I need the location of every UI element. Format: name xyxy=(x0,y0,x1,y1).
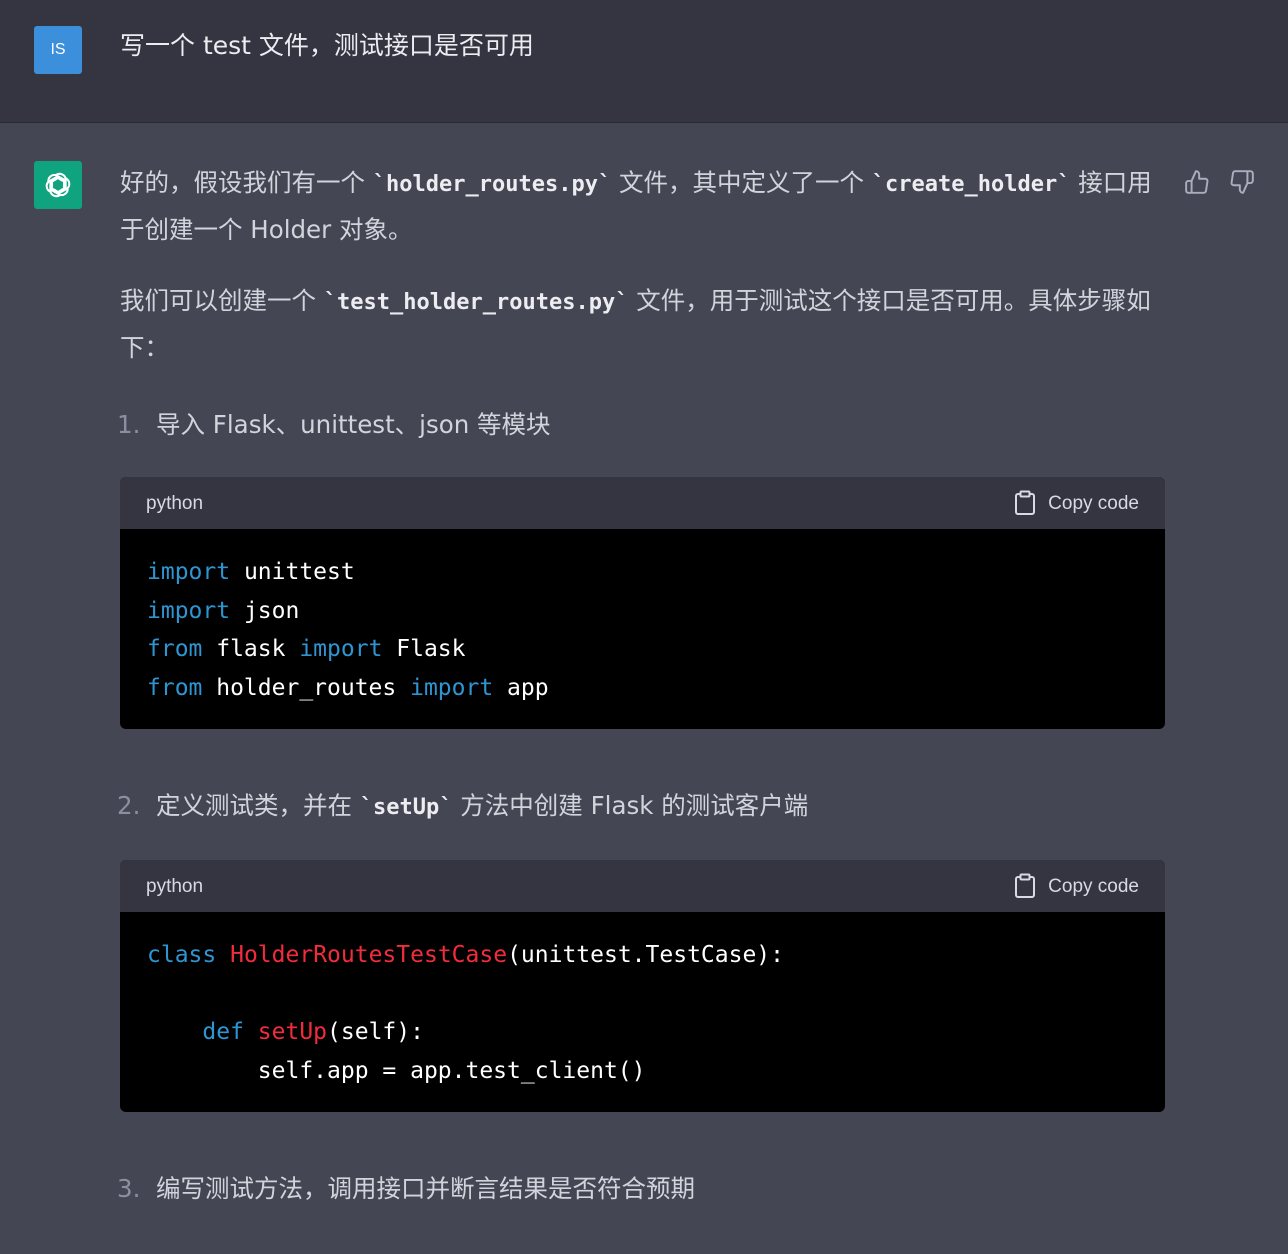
copy-code-button[interactable]: Copy code xyxy=(1014,481,1139,526)
step-number: 2. xyxy=(117,791,141,820)
copy-code-label: Copy code xyxy=(1048,875,1139,897)
code-text: app xyxy=(493,674,549,701)
text: 文件，其中定义了一个 xyxy=(611,168,872,197)
thumbs-up-button[interactable] xyxy=(1182,167,1212,197)
code-text: (unittest.TestCase): xyxy=(507,942,785,968)
code-language-label: python xyxy=(146,875,204,897)
code-block-header: python Copy code xyxy=(120,860,1165,912)
step-number: 1. xyxy=(117,410,141,439)
code-body: class HolderRoutesTestCase(unittest.Test… xyxy=(120,912,1165,1112)
code-keyword: def xyxy=(202,1019,244,1045)
code-text: self.app = app.test_client() xyxy=(147,1057,646,1084)
inline-code: `holder_routes.py` xyxy=(372,172,612,197)
code-line: import unittest xyxy=(147,553,1138,592)
code-keyword: from xyxy=(147,674,203,701)
inline-code: `setUp` xyxy=(359,795,453,820)
openai-logo-icon xyxy=(45,172,71,198)
code-keyword: import xyxy=(147,597,231,624)
code-text: (self): xyxy=(327,1019,424,1045)
user-avatar: IS xyxy=(34,26,82,74)
code-text: unittest xyxy=(230,559,355,585)
code-language-label: python xyxy=(146,492,204,514)
text: 我们可以创建一个 xyxy=(120,286,324,315)
intro-paragraph-2: 我们可以创建一个 `test_holder_routes.py` 文件，用于测试… xyxy=(120,278,1165,370)
code-keyword: class xyxy=(147,942,217,968)
inline-code: `test_holder_routes.py` xyxy=(323,290,629,315)
clipboard-icon xyxy=(1015,873,1036,898)
step-text: 导入 Flask、unittest、json 等模块 xyxy=(156,410,551,439)
code-identifier: HolderRoutesTestCase xyxy=(230,942,508,968)
user-message-row: IS 写一个 test 文件，测试接口是否可用 xyxy=(0,0,1288,123)
code-keyword: import xyxy=(299,636,383,662)
copy-code-label: Copy code xyxy=(1048,492,1139,514)
user-message-text: 写一个 test 文件，测试接口是否可用 xyxy=(120,31,534,60)
code-keyword: import xyxy=(410,674,494,701)
clipboard-icon xyxy=(1015,490,1036,515)
step-text: 定义测试类，并在 xyxy=(156,791,360,820)
code-line: from flask import Flask xyxy=(147,630,1138,669)
thumbs-up-icon xyxy=(1185,170,1209,194)
code-line: class HolderRoutesTestCase(unittest.Test… xyxy=(147,936,1138,975)
step-text: 编写测试方法，调用接口并断言结果是否符合预期 xyxy=(156,1174,695,1203)
code-line: def setUp(self): xyxy=(147,1013,1138,1052)
assistant-message-row: 好的，假设我们有一个 `holder_routes.py` 文件，其中定义了一个… xyxy=(0,124,1288,1254)
step-text: 方法中创建 Flask 的测试客户端 xyxy=(452,791,809,820)
code-keyword: import xyxy=(147,559,231,585)
step-2: 2. 定义测试类，并在 `setUp` 方法中创建 Flask 的测试客户端 xyxy=(117,783,1165,830)
step-3: 3. 编写测试方法，调用接口并断言结果是否符合预期 xyxy=(117,1166,1165,1211)
inline-code: `create_holder` xyxy=(871,172,1071,197)
step-number: 3. xyxy=(117,1174,141,1203)
thumbs-down-icon xyxy=(1230,170,1254,194)
code-block-header: python Copy code xyxy=(120,477,1165,529)
code-line: from holder_routes import app xyxy=(147,669,1138,708)
code-text: flask xyxy=(202,636,300,662)
code-text: json xyxy=(230,597,300,624)
code-body: import unittest import json from flask imp… xyxy=(120,529,1165,729)
code-text: Flask xyxy=(382,636,466,662)
code-line: self.app = app.test_client() xyxy=(147,1052,1138,1091)
code-line: import json xyxy=(147,592,1138,631)
step-1: 1. 导入 Flask、unittest、json 等模块 xyxy=(117,402,1165,447)
code-block-1: python Copy code import unittest import j… xyxy=(120,477,1165,729)
code-text: holder_routes xyxy=(202,674,411,701)
thumbs-down-button[interactable] xyxy=(1227,167,1257,197)
code-identifier: setUp xyxy=(257,1019,328,1045)
assistant-message-content: 好的，假设我们有一个 `holder_routes.py` 文件，其中定义了一个… xyxy=(117,160,1165,1241)
text: 好的，假设我们有一个 xyxy=(120,168,373,197)
intro-paragraph-1: 好的，假设我们有一个 `holder_routes.py` 文件，其中定义了一个… xyxy=(120,160,1165,252)
code-block-2: python Copy code class HolderRoutesTestC… xyxy=(120,860,1165,1112)
copy-code-button[interactable]: Copy code xyxy=(1014,864,1139,909)
code-keyword: from xyxy=(147,636,203,662)
assistant-avatar xyxy=(34,161,82,209)
